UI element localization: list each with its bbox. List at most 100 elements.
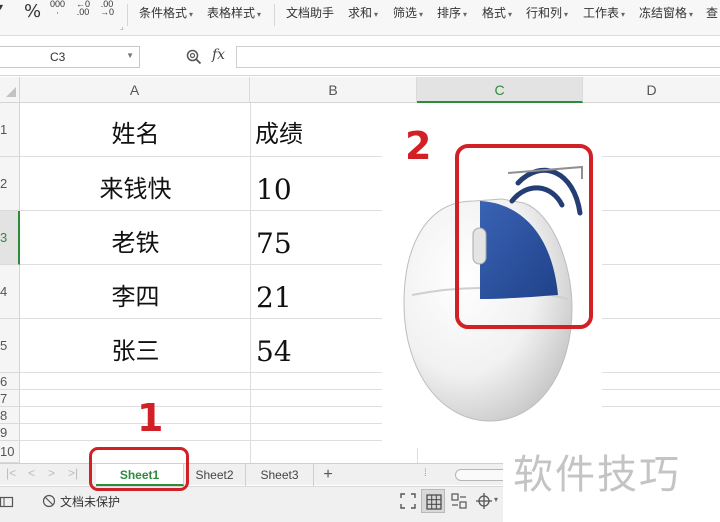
watermark-text: 软件技巧	[513, 452, 681, 498]
page-break-view-icon[interactable]	[451, 493, 467, 509]
add-sheet-button[interactable]: +	[316, 464, 340, 486]
dropdown-arrow-icon: ▾	[508, 10, 513, 19]
reading-mode-icon[interactable]	[476, 492, 494, 510]
worksheet-button[interactable]: 工作表 ▾	[583, 4, 625, 21]
cell-a1[interactable]: 姓名	[20, 114, 251, 149]
row-header-8[interactable]: 8	[0, 407, 20, 424]
cell-a5[interactable]: 张三	[20, 331, 251, 366]
last-sheet-arrow-icon[interactable]: >|	[68, 466, 78, 480]
table-style-label: 表格样式	[207, 6, 256, 20]
chevron-down-icon[interactable]: ▾	[494, 495, 498, 504]
prev-sheet-arrow-icon[interactable]: <	[28, 466, 35, 480]
corner-triangle-icon	[6, 87, 16, 97]
name-box-value: C3	[50, 50, 66, 64]
sum-label: 求和	[348, 6, 373, 20]
gridline	[20, 156, 720, 157]
find-button[interactable]: 查	[706, 4, 718, 21]
cell-b4[interactable]: 21	[256, 281, 292, 314]
column-header-c[interactable]: C	[417, 77, 583, 103]
highlight-box-mouse	[455, 144, 593, 329]
row-number: 8	[0, 408, 8, 423]
row-number: 4	[0, 284, 8, 299]
doc-assistant-button[interactable]: 文档助手	[286, 4, 334, 21]
sort-button[interactable]: 排序 ▾	[437, 4, 467, 21]
column-header-a[interactable]: A	[20, 77, 250, 103]
row-header-6[interactable]: 6	[0, 373, 20, 390]
filter-label: 筛选	[393, 6, 418, 20]
dropdown-arrow-icon: ▾	[257, 10, 262, 19]
gridline	[20, 210, 720, 211]
chevron-down-icon[interactable]: ▼	[126, 51, 134, 60]
layout-icon[interactable]	[0, 495, 14, 509]
thousands-comma-icon: ,	[56, 8, 59, 15]
function-icon[interactable]: fx	[212, 47, 225, 63]
split-handle-icon[interactable]: ⁞	[424, 468, 432, 482]
format-button[interactable]: 格式 ▾	[482, 4, 512, 21]
row-header-3[interactable]: 3	[0, 211, 20, 265]
dropdown-arrow-icon[interactable]: ▾	[0, 2, 3, 13]
dropdown-arrow-icon: ▾	[374, 10, 379, 19]
rows-columns-label: 行和列	[526, 6, 563, 20]
percent-label: %	[24, 1, 42, 22]
tab-sheet2[interactable]: Sheet2	[184, 464, 246, 486]
increase-decimal-button[interactable]: ←0 .00	[76, 0, 90, 17]
gridline	[20, 264, 720, 265]
cell-b1[interactable]: 成绩	[255, 114, 303, 149]
spreadsheet-grid[interactable]: 1 2 3 4 5 6 7 8 9 10 姓名 成绩 来钱快 10 老铁 75 …	[0, 103, 720, 463]
ribbon-separator	[127, 4, 128, 26]
freeze-panes-button[interactable]: 冻结窗格 ▾	[639, 4, 693, 21]
row-number: 10	[0, 444, 15, 459]
percent-format-button[interactable]: %	[24, 1, 41, 22]
cell-a4[interactable]: 李四	[20, 277, 251, 312]
column-header-d[interactable]: D	[583, 77, 720, 103]
decrease-decimal-button[interactable]: .00 →0	[100, 0, 114, 17]
table-style-button[interactable]: 表格样式 ▾	[207, 4, 261, 21]
formula-input[interactable]	[236, 46, 720, 68]
gridline	[20, 318, 720, 319]
worksheet-label: 工作表	[583, 6, 620, 20]
cell-b5[interactable]: 54	[256, 335, 292, 368]
row-header-2[interactable]: 2	[0, 157, 20, 211]
highlight-box-tab	[89, 447, 189, 491]
dropdown-arrow-icon: ▾	[564, 10, 569, 19]
cell-b2[interactable]: 10	[256, 173, 292, 206]
zoom-icon[interactable]	[186, 49, 202, 65]
cell-a3[interactable]: 老铁	[20, 223, 251, 258]
protection-status[interactable]: 文档未保护	[60, 493, 120, 510]
freeze-panes-label: 冻结窗格	[639, 6, 688, 20]
group-expand-icon[interactable]: ⌟	[120, 22, 124, 31]
next-sheet-arrow-icon[interactable]: >	[48, 466, 55, 480]
conditional-format-button[interactable]: 条件格式 ▾	[139, 4, 193, 21]
row-number: 1	[0, 122, 8, 137]
select-all-corner[interactable]	[0, 77, 20, 103]
row-header-10[interactable]: 10	[0, 441, 20, 463]
filter-button[interactable]: 筛选 ▾	[393, 4, 423, 21]
cell-a2[interactable]: 来钱快	[20, 169, 251, 204]
name-box[interactable]: C3 ▼	[0, 46, 140, 68]
cell-b3[interactable]: 75	[256, 227, 292, 260]
rows-columns-button[interactable]: 行和列 ▾	[526, 4, 568, 21]
sort-label: 排序	[437, 6, 462, 20]
sum-button[interactable]: 求和 ▾	[348, 4, 378, 21]
watermark: 软件技巧	[503, 420, 720, 522]
row-header-5[interactable]: 5	[0, 319, 20, 373]
row-header-4[interactable]: 4	[0, 265, 20, 319]
fullscreen-icon[interactable]	[400, 493, 416, 509]
first-sheet-arrow-icon[interactable]: |<	[6, 466, 16, 480]
grid-view-icon	[426, 494, 442, 510]
row-number: 9	[0, 425, 8, 440]
step-number-2: 2	[405, 124, 432, 168]
increase-decimal-label: .00	[76, 7, 90, 17]
row-header-9[interactable]: 9	[0, 424, 20, 441]
row-header-7[interactable]: 7	[0, 390, 20, 407]
column-header-b[interactable]: B	[250, 77, 417, 103]
conditional-format-label: 条件格式	[139, 6, 188, 20]
gridline	[20, 389, 720, 390]
thousands-format-button[interactable]: 000 ,	[50, 0, 65, 16]
normal-view-button[interactable]	[421, 489, 445, 513]
tab-sheet3[interactable]: Sheet3	[246, 464, 314, 486]
format-label: 格式	[482, 6, 507, 20]
column-headers: A B C D	[0, 77, 720, 103]
dropdown-arrow-icon: ▾	[689, 10, 694, 19]
row-header-1[interactable]: 1	[0, 103, 20, 157]
